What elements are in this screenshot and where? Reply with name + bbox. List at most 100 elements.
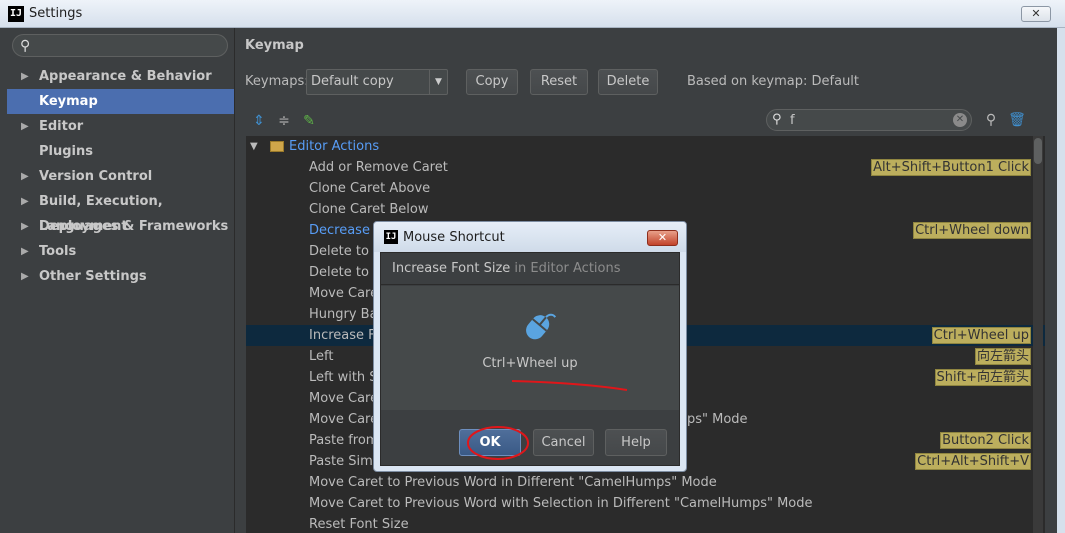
action-label: Move Care	[309, 412, 379, 427]
collapse-arrow-icon[interactable]: ▼	[250, 136, 258, 157]
copy-button[interactable]: Copy	[466, 69, 518, 95]
red-underline-annotation	[511, 380, 628, 391]
expand-arrow-icon[interactable]: ▶	[21, 214, 29, 239]
settings-nav: ▶ Appearance & Behavior Keymap ▶ Editor Pl…	[7, 64, 234, 289]
based-on-label: Based on keymap: Default	[687, 74, 860, 89]
sidebar-item-tools[interactable]: ▶ Tools	[7, 239, 234, 264]
expand-arrow-icon[interactable]: ▶	[21, 164, 29, 189]
dialog-action-name: Increase Font Size	[392, 261, 511, 276]
expand-all-icon[interactable]: ⇕	[250, 112, 268, 130]
expand-arrow-icon[interactable]: ▶	[21, 64, 29, 89]
action-label-tail: ps" Mode	[687, 412, 748, 427]
delete-button[interactable]: Delete	[598, 69, 658, 95]
red-circle-annotation	[467, 426, 529, 460]
table-row[interactable]: Clone Caret Below	[246, 199, 1045, 220]
sidebar-item-version-control[interactable]: ▶ Version Control	[7, 164, 234, 189]
settings-sidebar: ⚲ ▶ Appearance & Behavior Keymap ▶ Editor …	[0, 28, 235, 533]
dialog-footer: OK Cancel Help	[381, 410, 679, 465]
keymap-select[interactable]: Default copy ▼	[306, 69, 448, 95]
shortcut-badge: Ctrl+Alt+Shift+V	[915, 453, 1031, 470]
tree-group-label: Editor Actions	[289, 139, 380, 154]
reset-button[interactable]: Reset	[530, 69, 588, 95]
sidebar-item-label: Other Settings	[39, 269, 147, 284]
expand-arrow-icon[interactable]: ▶	[21, 264, 29, 289]
sidebar-item-label: Tools	[39, 244, 77, 259]
expand-arrow-icon[interactable]: ▶	[21, 189, 29, 214]
sidebar-item-appearance[interactable]: ▶ Appearance & Behavior	[7, 64, 234, 89]
app-icon: IJ	[8, 6, 24, 22]
window-titlebar: IJ Settings ✕	[0, 0, 1065, 28]
table-row[interactable]: Move Caret to Previous Word with Selecti…	[246, 493, 1045, 514]
dialog-titlebar: IJ Mouse Shortcut ✕	[374, 222, 686, 252]
find-by-shortcut-icon[interactable]: ⚲	[982, 111, 1000, 129]
dialog-action-header: Increase Font Size in Editor Actions	[381, 253, 679, 285]
trash-icon[interactable]: 🗑	[1008, 111, 1026, 129]
page-title: Keymap	[245, 38, 304, 53]
sidebar-item-plugins[interactable]: Plugins	[7, 139, 234, 164]
help-button[interactable]: Help	[605, 429, 667, 456]
sidebar-item-build[interactable]: ▶ Build, Execution, Deployment	[7, 189, 234, 234]
action-label: Move Care	[309, 391, 379, 406]
sidebar-item-label: Keymap	[39, 94, 98, 109]
cancel-button[interactable]: Cancel	[533, 429, 594, 456]
action-label: Decrease F	[309, 223, 382, 238]
shortcut-badge: Shift+向左箭头	[934, 369, 1031, 386]
action-label: Left	[309, 349, 334, 364]
dialog-action-context: in Editor Actions	[514, 261, 621, 276]
chevron-down-icon[interactable]: ▼	[429, 70, 447, 94]
keymap-filter-input[interactable]: ⚲ f ✕	[766, 109, 972, 131]
shortcut-badge: Ctrl+Wheel up	[931, 327, 1031, 344]
shortcut-badge: 向左箭头	[974, 348, 1031, 365]
shortcut-capture-area[interactable]: Ctrl+Wheel up	[381, 286, 679, 410]
dialog-close-button[interactable]: ✕	[647, 230, 678, 246]
sidebar-item-editor[interactable]: ▶ Editor	[7, 114, 234, 139]
app-icon: IJ	[384, 230, 398, 244]
shortcut-badge: Alt+Shift+Button1 Click	[871, 159, 1031, 176]
window-close-button[interactable]: ✕	[1021, 6, 1051, 22]
window-title: Settings	[29, 6, 83, 21]
tree-scrollbar[interactable]	[1033, 136, 1043, 533]
sidebar-item-label: Version Control	[39, 169, 153, 184]
shortcut-badge: Button2 Click	[940, 432, 1031, 449]
captured-shortcut: Ctrl+Wheel up	[482, 356, 578, 371]
mouse-icon	[526, 313, 557, 340]
filter-value: f	[790, 113, 795, 128]
window-frame	[1057, 28, 1065, 533]
sidebar-search-input[interactable]: ⚲	[12, 34, 228, 57]
mouse-shortcut-dialog: IJ Mouse Shortcut ✕ Increase Font Size i…	[373, 221, 687, 472]
dialog-body: Increase Font Size in Editor Actions Ctr…	[380, 252, 680, 466]
expand-arrow-icon[interactable]: ▶	[21, 239, 29, 264]
action-label: Move Caret to Previous Word with Selecti…	[309, 496, 813, 511]
edit-shortcut-icon[interactable]: ✎	[300, 112, 318, 130]
table-row[interactable]: Add or Remove Caret Alt+Shift+Button1 Cli…	[246, 157, 1045, 178]
action-label: Clone Caret Above	[309, 181, 431, 196]
sidebar-item-other-settings[interactable]: ▶ Other Settings	[7, 264, 234, 289]
tree-group-editor-actions[interactable]: ▼ Editor Actions	[246, 136, 1045, 157]
shortcut-badge: Ctrl+Wheel down	[913, 222, 1031, 239]
search-icon: ⚲	[772, 112, 782, 127]
action-label: Reset Font Size	[309, 517, 409, 532]
action-label: Paste from	[309, 433, 379, 448]
folder-icon	[270, 141, 284, 152]
sidebar-item-label: Languages & Frameworks	[39, 219, 229, 234]
dialog-title: Mouse Shortcut	[403, 230, 505, 245]
action-label: Clone Caret Below	[309, 202, 429, 217]
table-row[interactable]: Clone Caret Above	[246, 178, 1045, 199]
keymap-select-value: Default copy	[311, 74, 394, 89]
sidebar-item-languages[interactable]: ▶ Languages & Frameworks	[7, 214, 234, 239]
collapse-all-icon[interactable]: ≑	[275, 112, 293, 130]
sidebar-item-keymap[interactable]: Keymap	[7, 89, 234, 114]
keymaps-label: Keymaps:	[245, 74, 309, 89]
action-label: Increase F	[309, 328, 376, 343]
dialog-action-line: Increase Font Size in Editor Actions	[392, 261, 621, 276]
action-label: Move Care	[309, 286, 379, 301]
action-label: Move Caret to Previous Word in Different…	[309, 475, 717, 490]
clear-filter-icon[interactable]: ✕	[953, 113, 967, 127]
table-row[interactable]: Reset Font Size	[246, 514, 1045, 533]
sidebar-item-label: Plugins	[39, 144, 93, 159]
expand-arrow-icon[interactable]: ▶	[21, 114, 29, 139]
table-row[interactable]: Move Caret to Previous Word in Different…	[246, 472, 1045, 493]
action-label: Paste Simp	[309, 454, 382, 469]
scrollbar-thumb[interactable]	[1034, 138, 1042, 164]
sidebar-item-label: Editor	[39, 119, 84, 134]
